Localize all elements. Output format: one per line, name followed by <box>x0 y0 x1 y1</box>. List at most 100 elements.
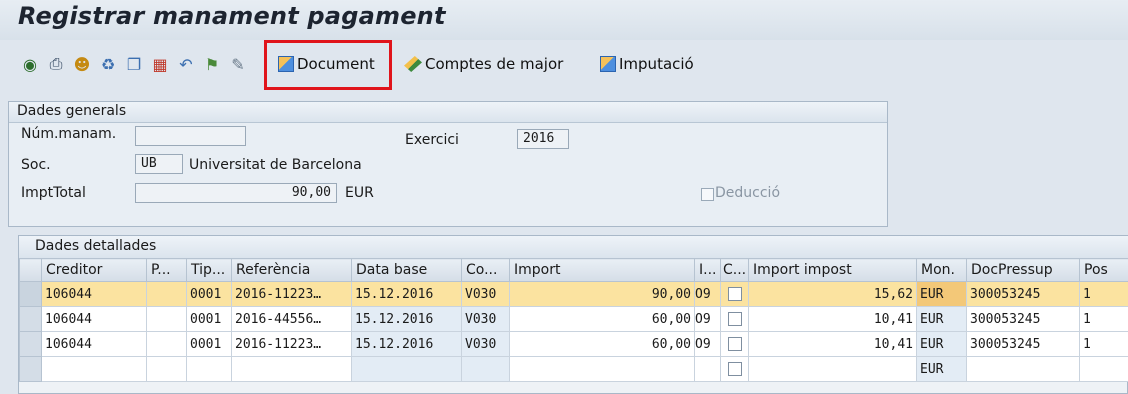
num-manam-field[interactable] <box>135 126 246 146</box>
row-selector[interactable] <box>19 356 42 382</box>
c-checkbox[interactable] <box>727 337 742 351</box>
exercici-field[interactable]: 2016 <box>517 129 569 149</box>
table-row[interactable]: EUR <box>19 356 1128 382</box>
pos-cell[interactable] <box>1079 356 1128 382</box>
column-header[interactable]: I... <box>694 258 721 282</box>
import-impost-cell[interactable] <box>748 356 917 382</box>
c-cell[interactable] <box>720 331 749 357</box>
pos-cell[interactable]: 1 <box>1079 331 1128 357</box>
c-checkbox[interactable] <box>727 362 742 376</box>
pos-cell[interactable]: 1 <box>1079 306 1128 332</box>
co-cell[interactable]: V030 <box>461 331 510 357</box>
creditor-cell[interactable] <box>41 356 147 382</box>
docpressup-cell[interactable]: 300053245 <box>966 306 1080 332</box>
pos-cell[interactable]: 1 <box>1079 281 1128 307</box>
copy-icon[interactable]: ❐ <box>124 54 144 74</box>
p-cell[interactable] <box>146 331 187 357</box>
table-row[interactable]: 106044 0001 2016-44556… 15.12.2016 V030 … <box>19 306 1128 332</box>
exercici-label: Exercici <box>405 132 459 148</box>
docpressup-cell[interactable]: 300053245 <box>966 281 1080 307</box>
mon-cell[interactable]: EUR <box>916 356 967 382</box>
table-row[interactable]: 106044 0001 2016-11223… 15.12.2016 V030 … <box>19 331 1128 357</box>
import-cell[interactable]: 60,00 <box>509 331 695 357</box>
tip-cell[interactable]: 0001 <box>186 306 232 332</box>
column-header[interactable]: Mon. <box>916 258 967 282</box>
column-header[interactable]: C... <box>720 258 749 282</box>
column-header[interactable]: Referència <box>231 258 352 282</box>
detail-data-title: Dades detallades <box>35 238 157 254</box>
column-header[interactable]: Creditor <box>41 258 147 282</box>
row-selector[interactable] <box>19 306 42 332</box>
c-checkbox[interactable] <box>727 287 742 301</box>
comptes-de-major-button[interactable]: Comptes de major <box>404 52 563 76</box>
mon-cell[interactable]: EUR <box>916 281 967 307</box>
co-cell[interactable] <box>461 356 510 382</box>
import-cell[interactable]: 90,00 <box>509 281 695 307</box>
user-icon[interactable]: ☻ <box>72 54 92 74</box>
undo-icon[interactable]: ↶ <box>176 54 196 74</box>
referencia-cell[interactable]: 2016-44556… <box>231 306 352 332</box>
co-cell[interactable]: V030 <box>461 306 510 332</box>
import-impost-cell[interactable]: 10,41 <box>748 331 917 357</box>
creditor-cell[interactable]: 106044 <box>41 281 147 307</box>
c-cell[interactable] <box>720 306 749 332</box>
row-selector-header[interactable] <box>19 258 42 282</box>
p-cell[interactable] <box>146 306 187 332</box>
impt-total-field[interactable]: 90,00 <box>135 183 337 203</box>
p-cell[interactable] <box>146 281 187 307</box>
creditor-cell[interactable]: 106044 <box>41 331 147 357</box>
p-cell[interactable] <box>146 356 187 382</box>
co-cell[interactable]: V030 <box>461 281 510 307</box>
mon-cell[interactable]: EUR <box>916 306 967 332</box>
import-impost-cell[interactable]: 15,62 <box>748 281 917 307</box>
data-base-cell[interactable]: 15.12.2016 <box>351 306 462 332</box>
detail-data-header: Dades detallades <box>19 236 1128 259</box>
column-header[interactable]: Data base <box>351 258 462 282</box>
i-cell[interactable] <box>694 356 721 382</box>
deduccio-checkbox[interactable] <box>701 188 714 201</box>
num-manam-label: Núm.manam. <box>21 126 117 142</box>
creditor-cell[interactable]: 106044 <box>41 306 147 332</box>
c-cell[interactable] <box>720 356 749 382</box>
tip-cell[interactable]: 0001 <box>186 281 232 307</box>
display-change-icon[interactable]: ◉ <box>20 54 40 74</box>
imputacio-icon <box>600 56 616 72</box>
column-header[interactable]: Import <box>509 258 695 282</box>
docpressup-cell[interactable]: 300053245 <box>966 331 1080 357</box>
referencia-cell[interactable] <box>231 356 352 382</box>
i-cell[interactable]: O9 <box>694 306 721 332</box>
tip-cell[interactable]: 0001 <box>186 331 232 357</box>
i-cell[interactable]: O9 <box>694 331 721 357</box>
i-cell[interactable]: O9 <box>694 281 721 307</box>
column-header[interactable]: DocPressup <box>966 258 1080 282</box>
column-header[interactable]: P... <box>146 258 187 282</box>
import-cell[interactable] <box>509 356 695 382</box>
data-base-cell[interactable] <box>351 356 462 382</box>
mon-cell[interactable]: EUR <box>916 331 967 357</box>
data-base-cell[interactable]: 15.12.2016 <box>351 281 462 307</box>
soc-field[interactable]: UB <box>135 154 183 174</box>
notify-icon[interactable]: ⚑ <box>202 54 222 74</box>
delete-icon[interactable]: ♻ <box>98 54 118 74</box>
docpressup-cell[interactable] <box>966 356 1080 382</box>
data-base-cell[interactable]: 15.12.2016 <box>351 331 462 357</box>
tip-cell[interactable] <box>186 356 232 382</box>
import-cell[interactable]: 60,00 <box>509 306 695 332</box>
import-impost-cell[interactable]: 10,41 <box>748 306 917 332</box>
imputacio-button[interactable]: Imputació <box>600 52 694 76</box>
row-selector[interactable] <box>19 281 42 307</box>
compare-icon[interactable]: ▦ <box>150 54 170 74</box>
c-checkbox[interactable] <box>727 312 742 326</box>
c-cell[interactable] <box>720 281 749 307</box>
referencia-cell[interactable]: 2016-11223… <box>231 281 352 307</box>
column-header[interactable]: Import impost <box>748 258 917 282</box>
column-header[interactable]: Co... <box>461 258 510 282</box>
edit-icon[interactable]: ✎ <box>228 54 248 74</box>
column-header[interactable]: Tip... <box>186 258 232 282</box>
table-row[interactable]: 106044 0001 2016-11223… 15.12.2016 V030 … <box>19 281 1128 307</box>
referencia-cell[interactable]: 2016-11223… <box>231 331 352 357</box>
general-data-group: Dades generals Núm.manam. Exercici 2016 … <box>8 101 888 227</box>
print-icon[interactable]: ⎙ <box>46 54 66 74</box>
row-selector[interactable] <box>19 331 42 357</box>
column-header[interactable]: Pos <box>1079 258 1128 282</box>
